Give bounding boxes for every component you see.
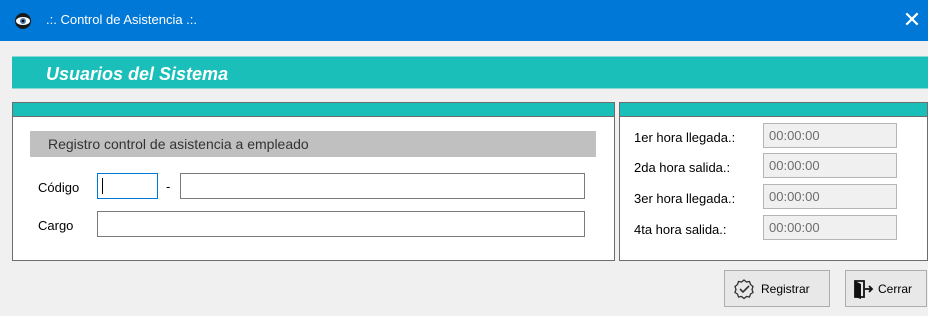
text-caret: [102, 178, 103, 194]
section-label: Registro control de asistencia a emplead…: [30, 131, 596, 157]
time-label-2: 2da hora salida.:: [634, 160, 731, 175]
time-label-1: 1er hora llegada.:: [634, 130, 736, 145]
header-banner: Usuarios del Sistema: [12, 56, 928, 89]
title-bar: .:. Control de Asistencia .:. ✕: [0, 0, 928, 41]
employee-panel: Registro control de asistencia a emplead…: [12, 102, 615, 261]
time-input-1[interactable]: 00:00:00: [763, 123, 897, 148]
cargo-input[interactable]: [97, 211, 585, 237]
close-icon: ✕: [902, 7, 922, 32]
times-panel: 1er hora llegada.: 00:00:00 2da hora sal…: [619, 102, 928, 261]
exit-door-icon: [854, 279, 874, 299]
eye-icon: [15, 13, 31, 29]
time-label-3: 3er hora llegada.:: [634, 191, 736, 206]
banner-title: Usuarios del Sistema: [46, 64, 229, 84]
window-title: .:. Control de Asistencia .:.: [46, 12, 198, 27]
codigo-label: Código: [38, 180, 80, 195]
cerrar-label: Cerrar: [878, 281, 913, 296]
codigo-input[interactable]: [97, 173, 158, 199]
time-label-4: 4ta hora salida.:: [634, 222, 727, 237]
time-input-4[interactable]: 00:00:00: [763, 215, 897, 240]
panel-header-strip: [13, 103, 614, 117]
time-input-2[interactable]: 00:00:00: [763, 153, 897, 178]
check-seal-icon: [734, 278, 754, 299]
nombre-input[interactable]: [180, 173, 585, 199]
cargo-label: Cargo: [38, 218, 74, 233]
registrar-label: Registrar: [761, 281, 810, 296]
panel-header-strip: [620, 103, 927, 117]
time-input-3[interactable]: 00:00:00: [763, 184, 897, 209]
registrar-button[interactable]: Registrar: [724, 270, 830, 307]
close-button[interactable]: ✕: [898, 6, 926, 34]
codigo-separator: -: [166, 179, 171, 194]
cerrar-button[interactable]: Cerrar: [845, 270, 927, 307]
